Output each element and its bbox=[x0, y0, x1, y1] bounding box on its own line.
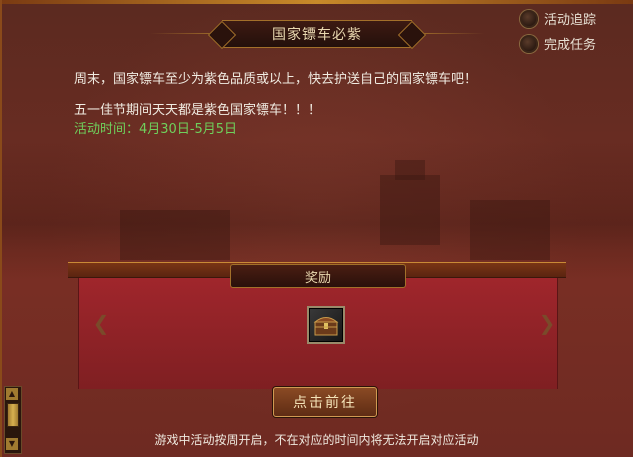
complete-task-option[interactable]: 完成任务 bbox=[520, 34, 596, 53]
description-line-1: 周末，国家镖车至少为紫色品质或以上，快去护送自己的国家镖车吧！ bbox=[74, 72, 478, 87]
complete-task-radio[interactable] bbox=[520, 34, 538, 53]
title-plaque: 国家镖车必紫 bbox=[222, 20, 412, 48]
track-activity-label: 活动追踪 bbox=[544, 13, 597, 28]
scroll-right-arrow-icon[interactable]: ❯ bbox=[536, 312, 558, 334]
complete-task-label: 完成任务 bbox=[544, 38, 597, 53]
scroll-down-icon[interactable]: ▼ bbox=[6, 438, 18, 450]
notice-text: 游戏中活动按周开启，不在对应的时间内将无法开启对应活动 bbox=[154, 433, 479, 447]
reward-title: 奖励 bbox=[304, 270, 331, 286]
track-activity-radio[interactable] bbox=[520, 9, 538, 28]
scroll-up-icon[interactable]: ▲ bbox=[6, 388, 18, 400]
background-scenery bbox=[0, 140, 633, 280]
description-line-2: 五一佳节期间天天都是紫色国家镖车！！！ bbox=[74, 103, 322, 118]
activity-time: 活动时间：4月30日-5月5日 bbox=[74, 122, 238, 137]
treasure-chest-icon bbox=[313, 317, 339, 336]
scrollbar[interactable]: ▲ ▼ bbox=[4, 386, 22, 454]
reward-item-slot[interactable] bbox=[307, 306, 345, 344]
scroll-thumb[interactable] bbox=[7, 403, 19, 427]
go-button[interactable]: 点击前往 bbox=[273, 387, 377, 417]
page-title: 国家镖车必紫 bbox=[272, 27, 362, 43]
scroll-left-arrow-icon[interactable]: ❮ bbox=[90, 312, 112, 334]
track-activity-option[interactable]: 活动追踪 bbox=[520, 9, 596, 28]
reward-plaque: 奖励 bbox=[230, 264, 406, 288]
